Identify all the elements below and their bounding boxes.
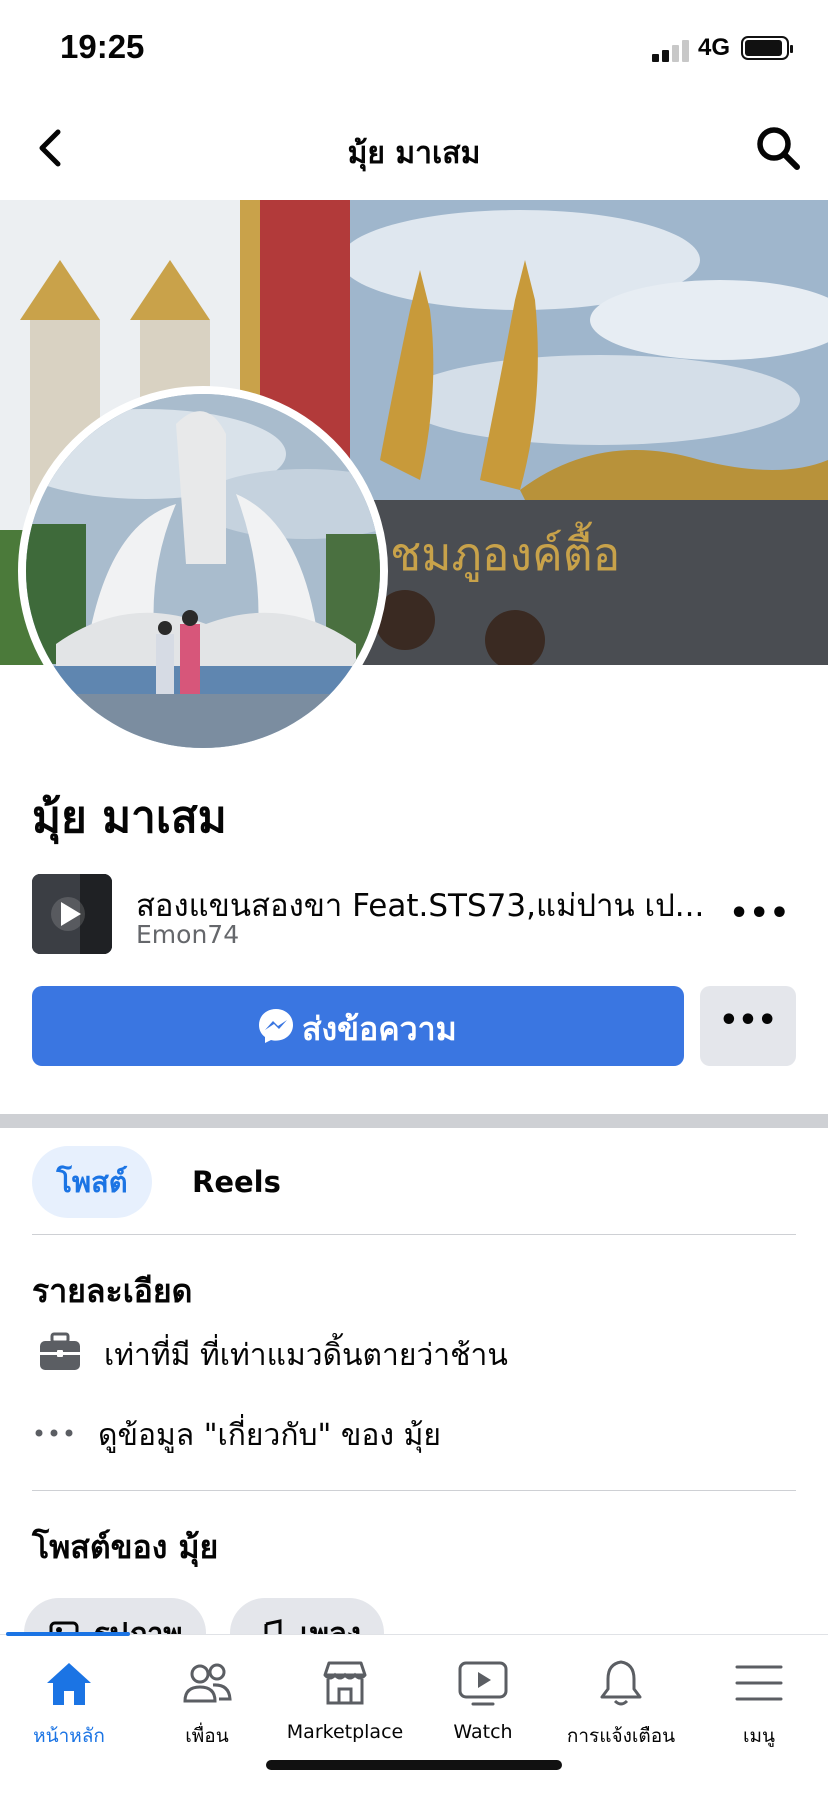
status-time: 19:25 (60, 28, 145, 65)
music-thumbnail[interactable] (32, 874, 112, 954)
watch-icon (458, 1661, 508, 1706)
tabs-divider (32, 1234, 796, 1235)
profile-name: มุ้ย มาเสม (32, 792, 227, 843)
battery-icon (741, 36, 793, 60)
home-indicator (266, 1760, 562, 1770)
send-message-label: ส่งข้อความ (302, 1010, 457, 1048)
network-label: 4G (698, 34, 731, 61)
profile-avatar[interactable] (18, 386, 388, 756)
nav-watch-label: Watch (453, 1721, 513, 1743)
nav-home-label: หน้าหลัก (33, 1725, 105, 1747)
bell-icon (600, 1660, 642, 1706)
section-separator (0, 1114, 828, 1128)
svg-text:ชมภูองค์ตื้อ: ชมภูองค์ตื้อ (390, 521, 620, 582)
nav-friends[interactable]: เพื่อน (138, 1657, 276, 1757)
nav-home[interactable]: หน้าหลัก (0, 1657, 138, 1757)
details-divider (32, 1490, 796, 1491)
nav-menu[interactable]: เมนู (690, 1657, 828, 1757)
top-bar: มุ้ย มาเสม (0, 96, 828, 201)
detail-work-text: เท่าที่มี ที่เท่าแมวดิ้นตายว่าช้าน (104, 1338, 508, 1373)
marketplace-icon (323, 1661, 367, 1705)
detail-about[interactable]: ดูข้อมูล "เกี่ยวกับ" ของ มุ้ย (32, 1402, 796, 1462)
status-bar: 19:25 4G (0, 0, 828, 96)
friends-icon (183, 1663, 232, 1703)
music-artist: Emon74 (136, 920, 240, 949)
loading-progress-bar (6, 1632, 130, 1636)
search-icon (757, 127, 800, 170)
search-button[interactable] (754, 124, 802, 172)
more-dots-icon (35, 1429, 73, 1437)
nav-marketplace-label: Marketplace (286, 1721, 404, 1743)
music-more-button[interactable]: ••• (729, 896, 790, 931)
tab-posts[interactable]: โพสต์ (32, 1146, 152, 1218)
menu-icon (735, 1665, 783, 1701)
nav-notifications-label: การแจ้งเตือน (566, 1725, 676, 1747)
posts-heading: โพสต์ของ มุ้ย (32, 1528, 219, 1566)
nav-watch[interactable]: Watch (414, 1657, 552, 1757)
avatar-image (26, 394, 380, 748)
nav-marketplace[interactable]: Marketplace (276, 1657, 414, 1757)
profile-more-button[interactable]: ••• (700, 986, 796, 1066)
details-heading: รายละเอียด (32, 1272, 193, 1310)
messenger-icon (259, 1009, 293, 1043)
page-title: มุ้ย มาเสม (347, 136, 481, 171)
detail-work: เท่าที่มี ที่เท่าแมวดิ้นตายว่าช้าน (32, 1322, 796, 1382)
detail-about-link[interactable]: ดูข้อมูล "เกี่ยวกับ" ของ มุ้ย (98, 1412, 441, 1459)
nav-friends-label: เพื่อน (185, 1725, 229, 1747)
signal-icon (652, 40, 692, 62)
tab-reels[interactable]: Reels (192, 1146, 281, 1218)
profile-music[interactable]: สองแขนสองขา Feat.STS73,แม่ปาน เป... Emon… (32, 874, 796, 954)
home-icon (47, 1663, 91, 1705)
nav-notifications[interactable]: การแจ้งเตือน (552, 1657, 690, 1757)
nav-menu-label: เมนู (742, 1725, 775, 1747)
play-icon (32, 874, 112, 954)
briefcase-icon (40, 1332, 80, 1370)
send-message-button[interactable]: ส่งข้อความ (32, 986, 684, 1066)
